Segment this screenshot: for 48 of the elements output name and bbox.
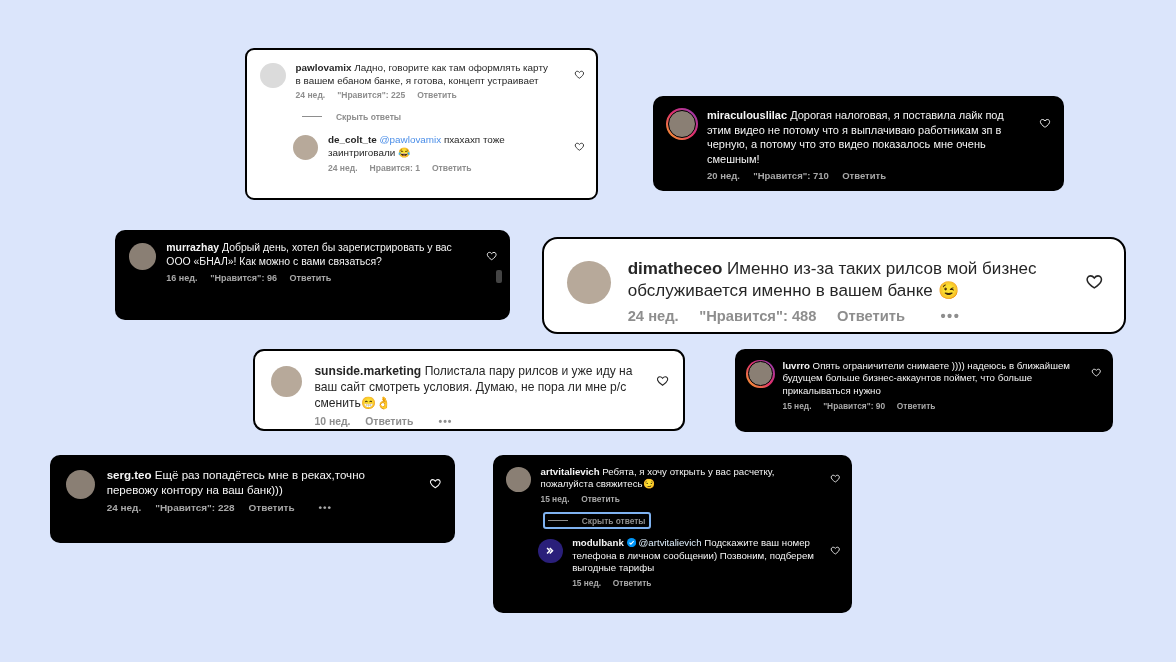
like-count: Нравится: 1 — [369, 162, 420, 173]
heart-icon[interactable] — [428, 477, 442, 490]
comment-time: 16 нед. — [166, 272, 198, 283]
more-button[interactable]: ••• — [318, 502, 332, 514]
comment-time: 10 нед. — [314, 416, 351, 428]
comment-time: 15 нед. — [540, 494, 570, 505]
comment-text: miraculouslilac Дорогая налоговая, я поставила лайк под этим видео не потому что я выплачиваю работникам зп в черную, а потому что это видео показалось мне очень смешным! — [707, 108, 1005, 167]
reply-link[interactable]: Ответить — [289, 272, 332, 283]
comment-text: artvitalievich Ребята, я хочу открыть у вас расчетку, пожалуйста свяжитесь😏 — [540, 465, 776, 492]
comment-time: 24 нед. — [295, 90, 326, 101]
comment-time: 20 нед. — [707, 169, 740, 181]
like-count: "Нравится": 90 — [823, 401, 886, 412]
comment-text: serg.teo Ещё раз попадётесь мне в реках,точно перевожу контору на ваш банк))) — [106, 467, 366, 498]
scrollbar-thumb[interactable] — [495, 269, 503, 283]
reply-link[interactable]: Ответить — [896, 401, 936, 412]
comment-text: murrazhay Добрый день, хотел бы зарегистрировать у вас ООО «БНАЛ»! Как можно с вами связаться? — [166, 241, 453, 269]
heart-icon[interactable] — [830, 473, 841, 484]
comment-time: 15 нед. — [572, 578, 602, 589]
like-count: "Нравится": 228 — [155, 502, 235, 514]
avatar[interactable] — [666, 108, 698, 140]
like-count: "Нравится": 710 — [753, 169, 829, 181]
heart-icon[interactable] — [1091, 367, 1102, 378]
heart-icon[interactable] — [486, 249, 498, 262]
heart-icon[interactable] — [573, 68, 585, 80]
heart-icon[interactable] — [655, 374, 669, 388]
heart-icon[interactable] — [573, 141, 585, 152]
heart-icon[interactable] — [830, 544, 841, 556]
heart-icon[interactable] — [1039, 117, 1051, 129]
comment-time: 15 нед. — [782, 401, 812, 412]
reply-link[interactable]: Ответить — [248, 502, 295, 514]
avatar[interactable] — [504, 465, 533, 494]
reply-link[interactable]: Ответить — [842, 169, 887, 181]
like-count: "Нравится": 96 — [210, 272, 277, 283]
reply-link[interactable]: Ответить — [581, 494, 620, 505]
comment-time: 24 нед. — [106, 502, 142, 514]
comment-text: modulbank @artvitalievich Подскажите ваш номер телефона в личном сообщении) Позвоним, подберем выгодные тарифы — [572, 536, 815, 576]
reply-link[interactable]: Ответить — [612, 578, 652, 589]
like-count: "Нравится": 488 — [699, 308, 817, 325]
avatar[interactable] — [746, 359, 775, 388]
comment-text: luvrro Опять ограничители снимаете )))) надеюсь в ближайшем будущем больше бизнес-аккаунтов поймет, что больше прикалываться нужно — [782, 359, 1071, 398]
hide-replies-button[interactable]: Скрыть ответы — [542, 512, 651, 529]
comment-text: dimatheceo Именно из-за таких рилсов мой бизнес обслуживается именно в вашем банке 😉 — [627, 257, 1038, 303]
like-count: "Нравится": 225 — [337, 90, 406, 101]
comment-time: 24 нед. — [627, 308, 679, 325]
comment-text: de_colt_te @pawlovamix пхахахп тоже заинтриговали 😂 — [327, 133, 506, 160]
comment-time: 24 нед. — [327, 162, 358, 173]
comment-text: pawlovamix Ладно, говорите как там оформлять карту в вашем ебаном банке, я готова, концепт устраивает — [295, 60, 549, 87]
comment-text: sunside.marketing Полистала пару рилсов и уже иду на ваш сайт смотреть условия. Думаю, не пора ли мне р/с сменить😁👌 — [314, 364, 634, 413]
